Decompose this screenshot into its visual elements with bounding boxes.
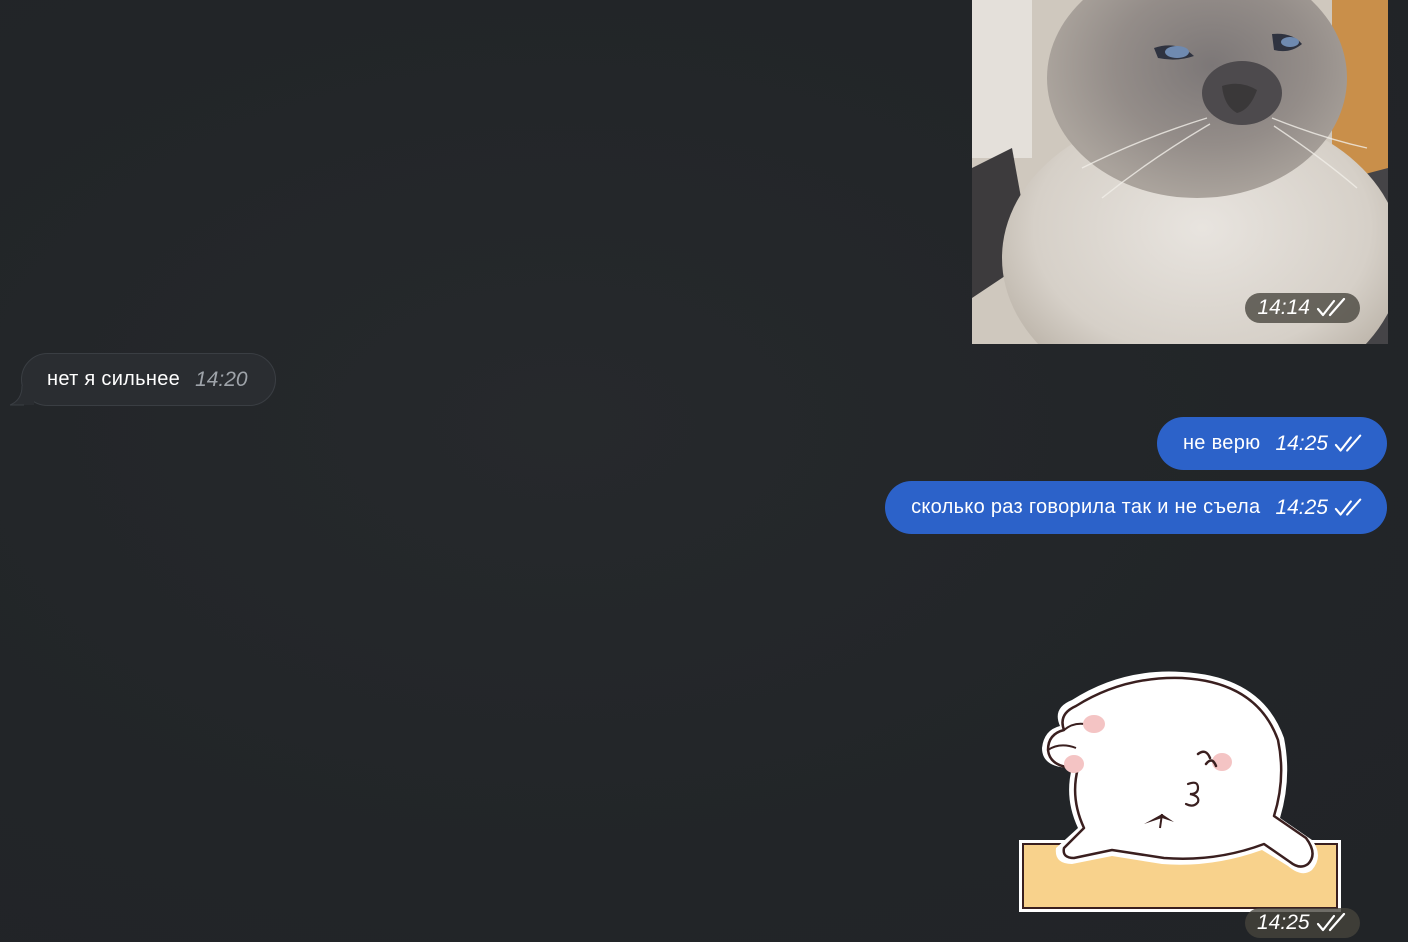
photo-message[interactable]: 14:14 bbox=[972, 0, 1388, 344]
message-text: сколько раз говорила так и не съела bbox=[911, 496, 1261, 518]
double-check-icon bbox=[1316, 298, 1346, 317]
bubble-tail bbox=[10, 386, 34, 406]
message-time: 14:20 bbox=[195, 367, 248, 391]
message-time: 14:25 bbox=[1275, 431, 1328, 455]
message-time: 14:25 bbox=[1257, 911, 1310, 934]
sticker-meta: 14:25 bbox=[1245, 908, 1360, 938]
message-time: 14:14 bbox=[1257, 296, 1310, 319]
sleepy-bear-sticker bbox=[1019, 671, 1341, 912]
message-text: нет я сильнее bbox=[47, 368, 181, 390]
double-check-icon bbox=[1334, 434, 1362, 452]
outgoing-message[interactable]: сколько раз говорила так и не съела 14:2… bbox=[885, 481, 1387, 534]
double-check-icon bbox=[1334, 498, 1362, 516]
message-time: 14:25 bbox=[1275, 495, 1328, 519]
double-check-icon bbox=[1316, 913, 1345, 932]
incoming-message[interactable]: нет я сильнее 14:20 bbox=[10, 353, 276, 406]
sticker-message[interactable] bbox=[1012, 668, 1348, 918]
photo-meta: 14:14 bbox=[1245, 293, 1360, 323]
message-text: не верю bbox=[1182, 432, 1261, 454]
chat-history[interactable]: 14:14 нет я сильнее 14:20 не верю 14:25 … bbox=[0, 0, 1408, 942]
outgoing-message[interactable]: не верю 14:25 bbox=[1156, 417, 1387, 470]
